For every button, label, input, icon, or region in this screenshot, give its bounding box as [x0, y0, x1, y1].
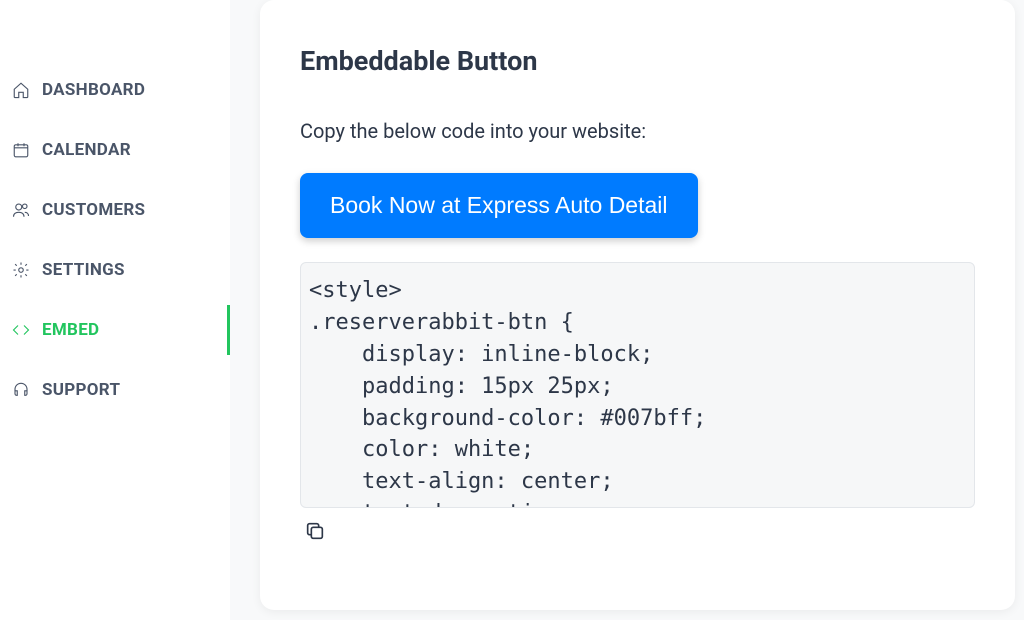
- sidebar-item-embed[interactable]: Embed: [0, 305, 230, 355]
- calendar-icon: [12, 141, 30, 159]
- instruction-text: Copy the below code into your website:: [300, 119, 975, 143]
- sidebar-item-label: Dashboard: [42, 80, 145, 100]
- copy-icon: [304, 530, 326, 545]
- embed-card: Embeddable Button Copy the below code in…: [260, 0, 1015, 610]
- users-icon: [12, 201, 30, 219]
- sidebar-item-label: Customers: [42, 200, 145, 220]
- book-now-button[interactable]: Book Now at Express Auto Detail: [300, 173, 698, 238]
- sidebar-item-label: Calendar: [42, 140, 131, 160]
- sidebar-item-label: Support: [42, 380, 120, 400]
- code-icon: [12, 321, 30, 339]
- headset-icon: [12, 381, 30, 399]
- card-title: Embeddable Button: [300, 45, 975, 77]
- sidebar-item-label: Embed: [42, 320, 99, 340]
- code-block[interactable]: <style> .reserverabbit-btn { display: in…: [300, 262, 975, 508]
- sidebar-item-settings[interactable]: Settings: [0, 245, 230, 295]
- sidebar: Dashboard Calendar Customers Settings Em…: [0, 0, 230, 620]
- sidebar-item-customers[interactable]: Customers: [0, 185, 230, 235]
- copy-button[interactable]: [300, 516, 330, 549]
- sidebar-item-support[interactable]: Support: [0, 365, 230, 415]
- home-icon: [12, 81, 30, 99]
- main-content: Embeddable Button Copy the below code in…: [230, 0, 1024, 620]
- sidebar-item-calendar[interactable]: Calendar: [0, 125, 230, 175]
- gear-icon: [12, 261, 30, 279]
- sidebar-item-label: Settings: [42, 260, 125, 280]
- sidebar-item-dashboard[interactable]: Dashboard: [0, 65, 230, 115]
